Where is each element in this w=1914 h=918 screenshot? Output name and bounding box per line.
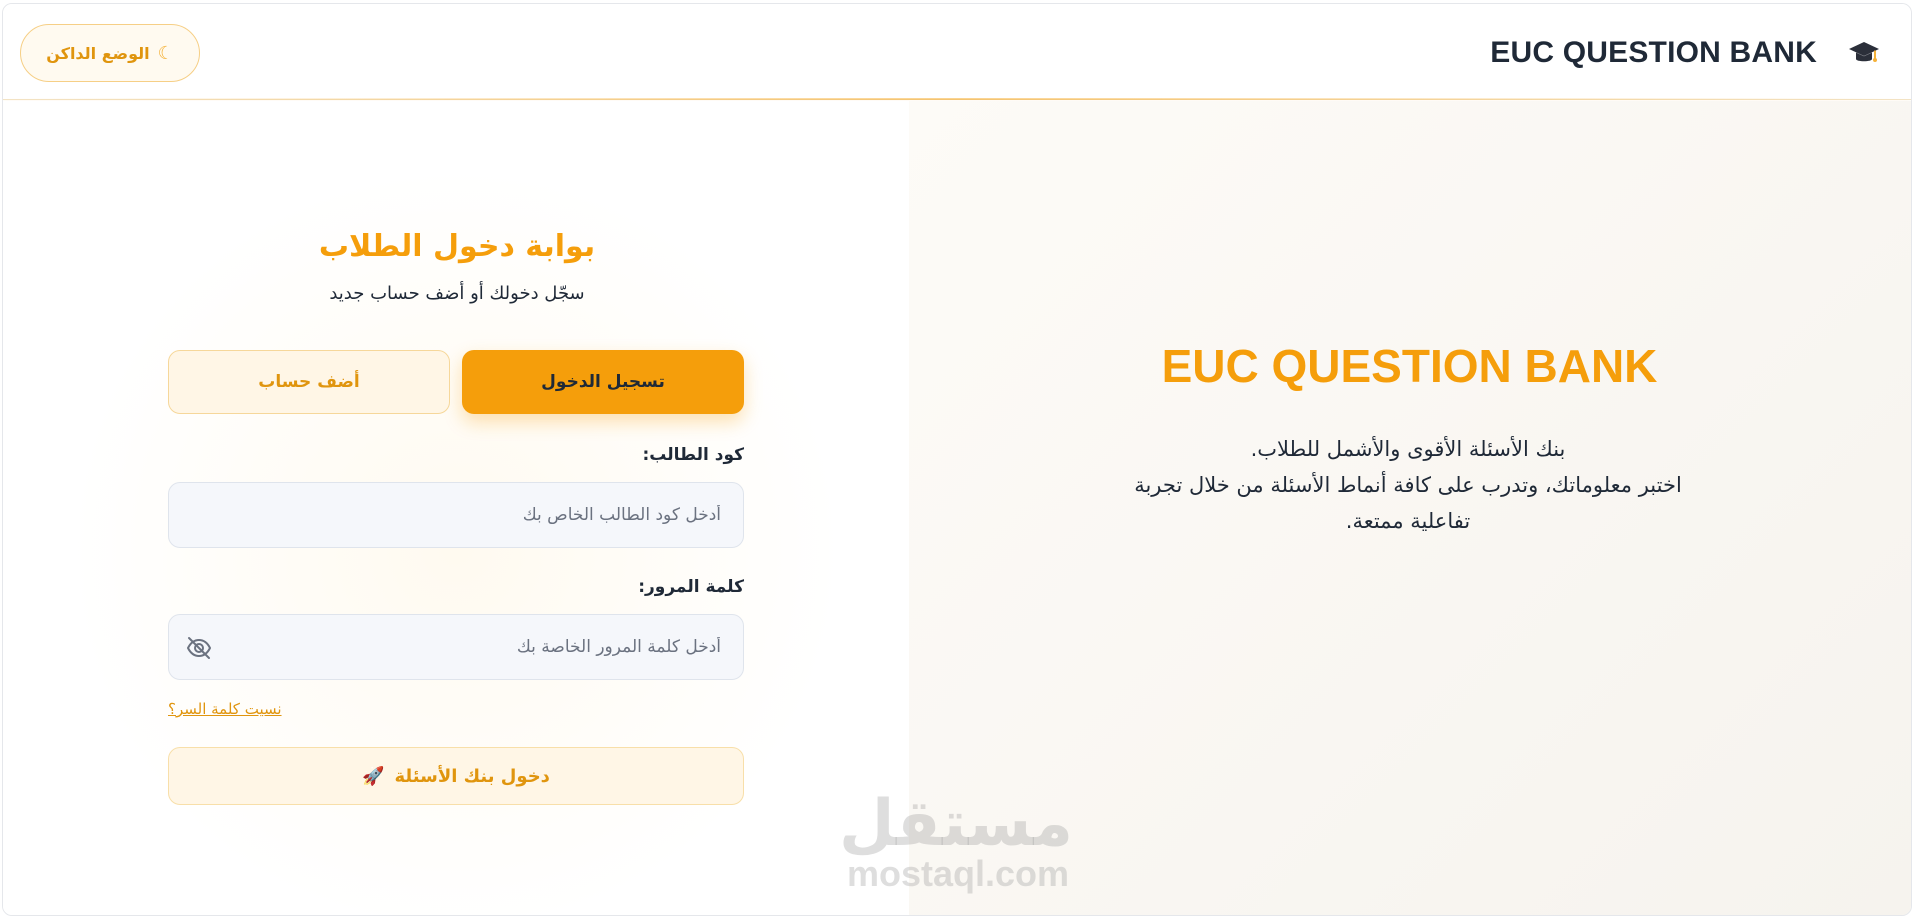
hero-line-2: اختبر معلوماتك، وتدرب على كافة أنماط الأ… [1134,473,1682,497]
moon-icon: ☾ [157,42,174,64]
student-code-input[interactable] [169,483,743,547]
dark-mode-label: الوضع الداكن [46,43,150,63]
brand: EUC QUESTION BANK [1490,32,1881,74]
hero-description: بنك الأسئلة الأقوى والأشمل للطلاب. اختبر… [1108,431,1708,539]
forgot-password-link[interactable]: نسيت كلمة السر؟ [168,700,282,718]
password-field-wrapper [168,614,744,680]
auth-tabs: تسجيل الدخول أضف حساب [168,350,744,414]
tab-login[interactable]: تسجيل الدخول [462,350,744,414]
watermark-arabic: مستقل [838,787,1073,861]
submit-label: دخول بنك الأسئلة [394,765,550,787]
graduation-cap-icon [1847,39,1881,67]
login-subtitle: سجّل دخولك أو أضف حساب جديد [329,283,585,304]
hero-title: EUC QUESTION BANK [1161,340,1658,392]
enter-question-bank-button[interactable]: دخول بنك الأسئلة 🚀 [168,747,744,805]
student-code-label: كود الطالب: [642,445,744,465]
student-code-field-wrapper [168,482,744,548]
password-input[interactable] [169,615,743,679]
hero-line-1: بنك الأسئلة الأقوى والأشمل للطلاب. [1250,437,1566,461]
brand-title: EUC QUESTION BANK [1490,36,1817,69]
watermark-latin: mostaql.com [846,853,1070,894]
top-header: EUC QUESTION BANK ☾ الوضع الداكن [3,4,1911,100]
password-label: كلمة المرور: [638,577,744,597]
tab-add-account[interactable]: أضف حساب [168,350,450,414]
login-panel: بوابة دخول الطلاب سجّل دخولك أو أضف حساب… [3,101,909,915]
eye-off-icon[interactable] [185,634,213,662]
mostaql-watermark: مستقل mostaql.com [838,787,1073,894]
app-window: EUC QUESTION BANK ☾ الوضع الداكن EUC QUE… [2,3,1912,916]
dark-mode-toggle-button[interactable]: ☾ الوضع الداكن [20,24,200,82]
rocket-icon: 🚀 [362,765,385,787]
login-title: بوابة دخول الطلاب [318,229,596,264]
hero-line-3: تفاعلية ممتعة. [1345,509,1471,533]
